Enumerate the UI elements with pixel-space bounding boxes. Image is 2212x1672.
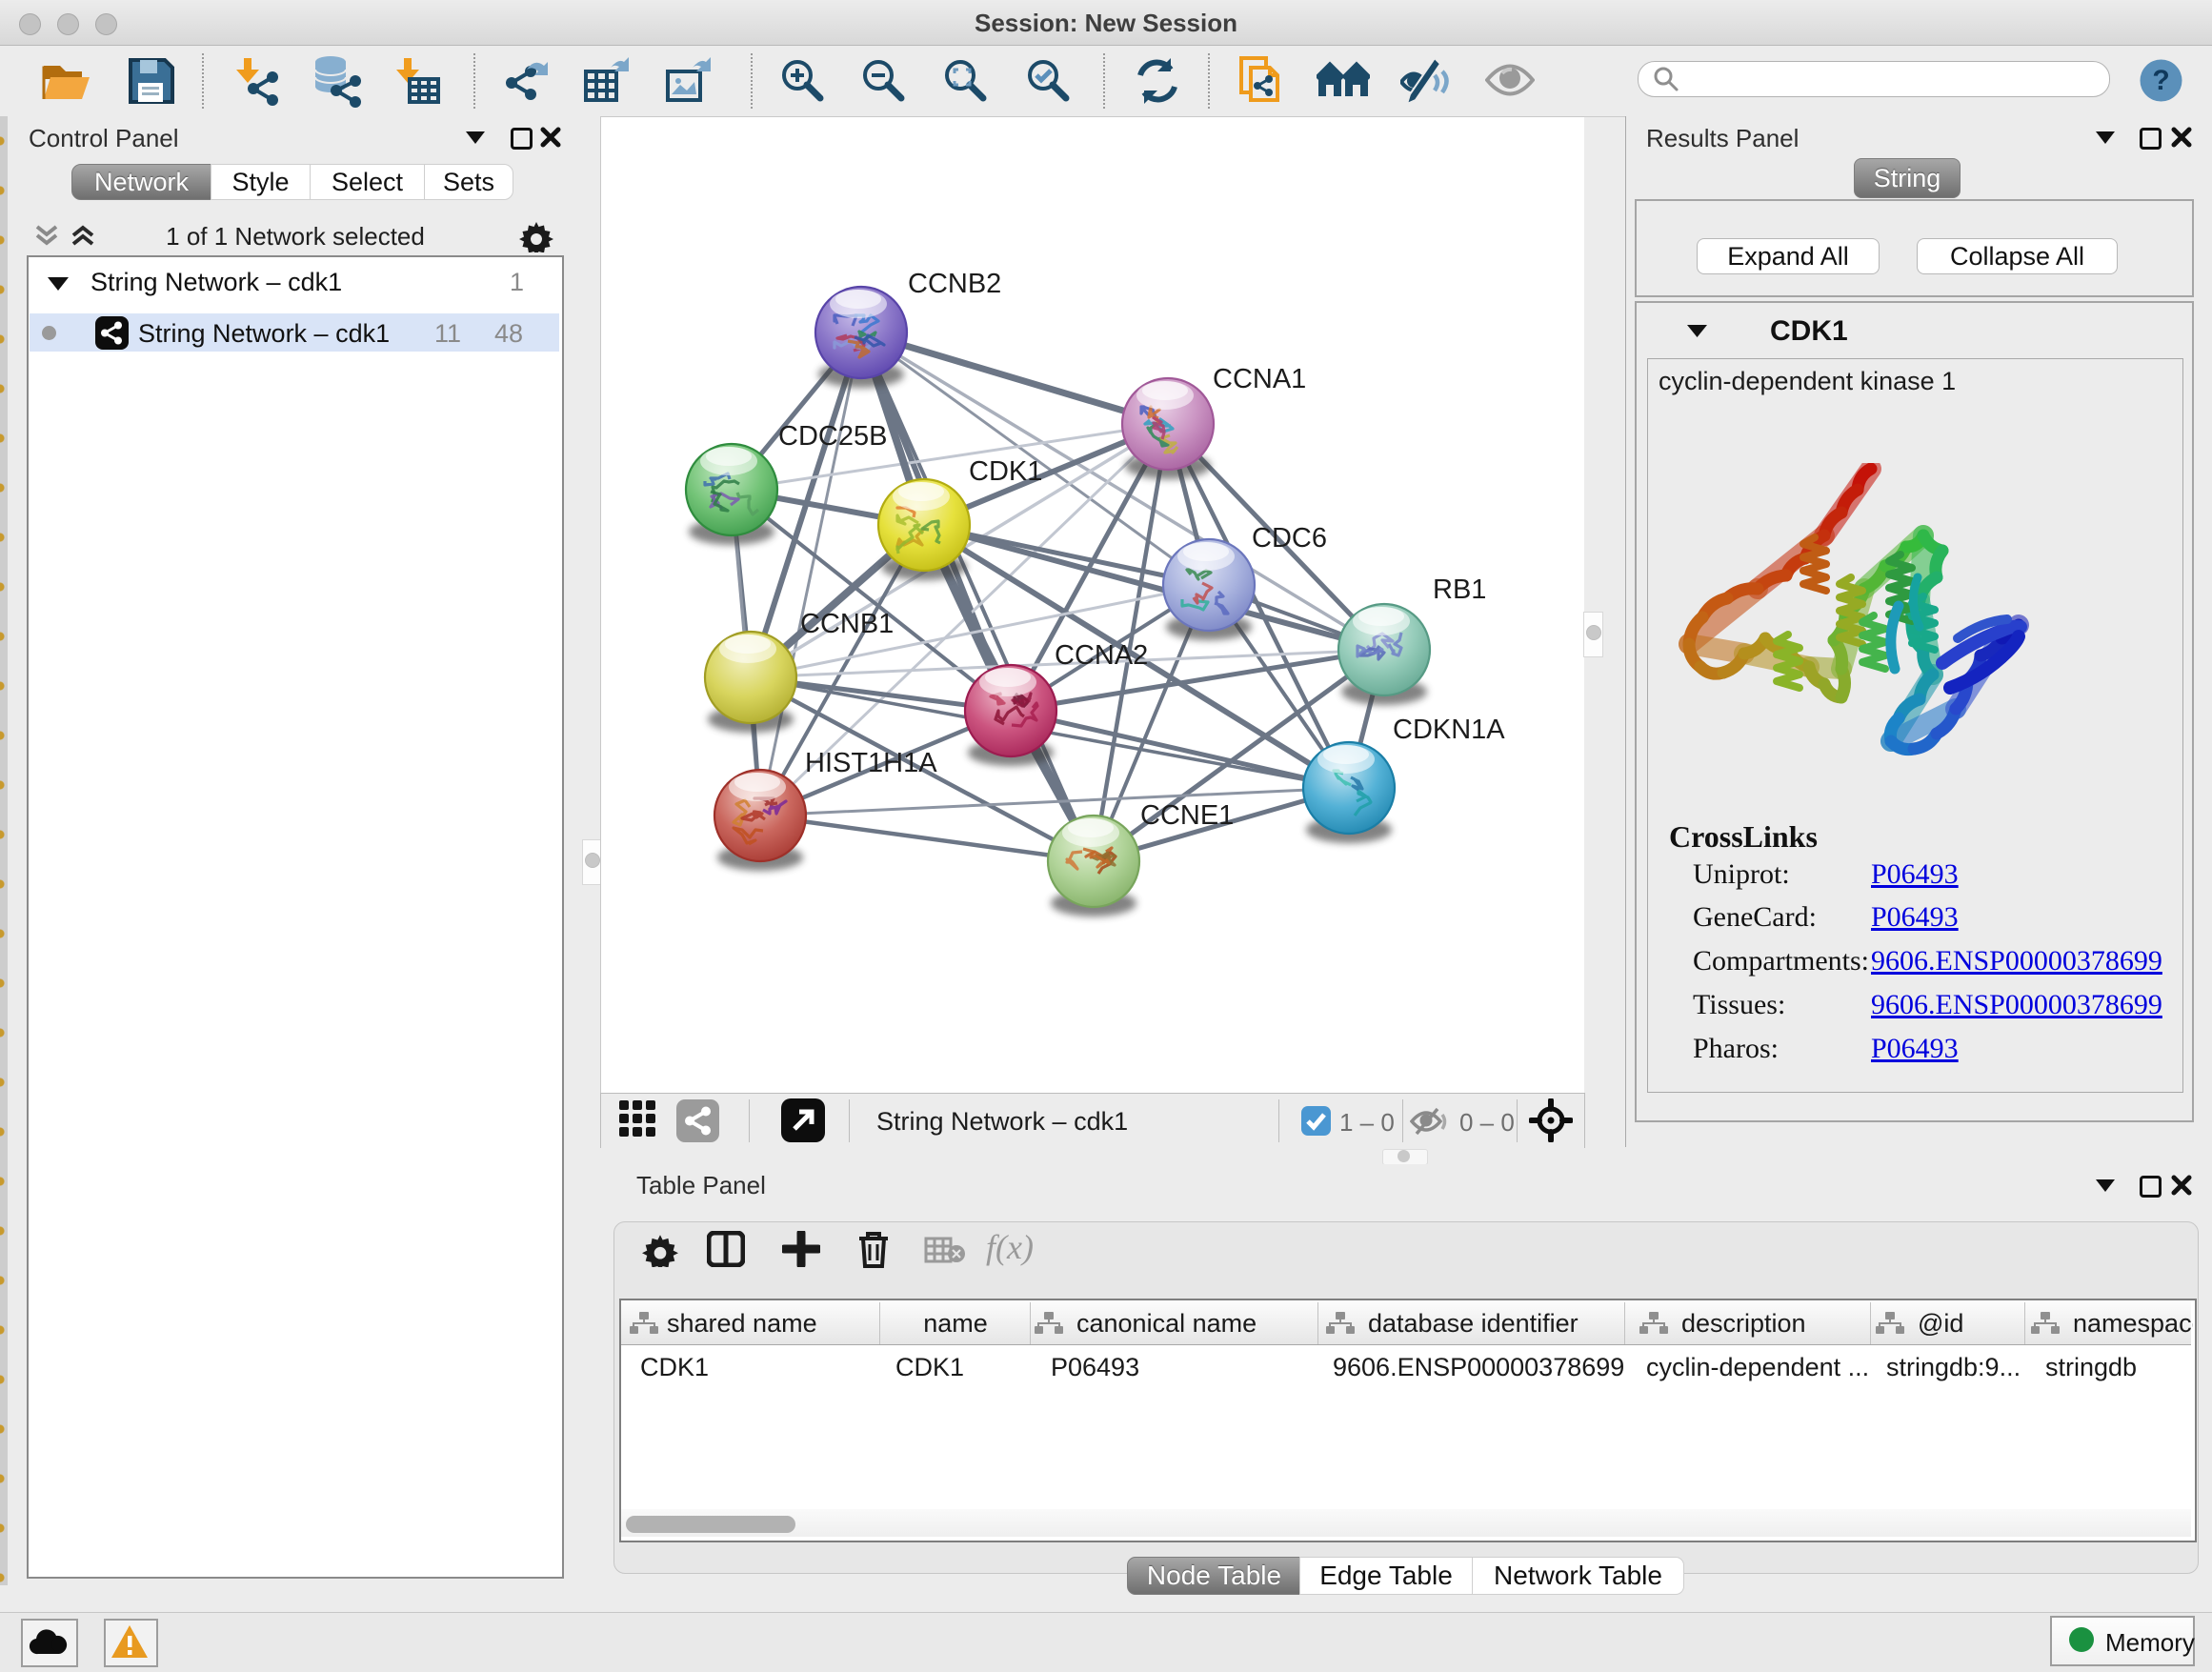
svg-text:CCNB2: CCNB2 [908, 269, 1001, 299]
svg-text:HIST1H1A: HIST1H1A [805, 748, 937, 778]
svg-text:CDC25B: CDC25B [778, 421, 887, 452]
svg-text:CCNE1: CCNE1 [1140, 800, 1234, 831]
svg-text:RB1: RB1 [1433, 574, 1486, 605]
svg-text:CCNA2: CCNA2 [1055, 640, 1148, 671]
svg-text:?: ? [2152, 65, 2169, 96]
svg-text:CCNB1: CCNB1 [800, 609, 894, 639]
svg-text:CDKN1A: CDKN1A [1393, 715, 1505, 745]
svg-text:CDK1: CDK1 [969, 456, 1042, 487]
svg-text:CDC6: CDC6 [1252, 523, 1327, 554]
svg-text:CCNA1: CCNA1 [1213, 364, 1306, 394]
